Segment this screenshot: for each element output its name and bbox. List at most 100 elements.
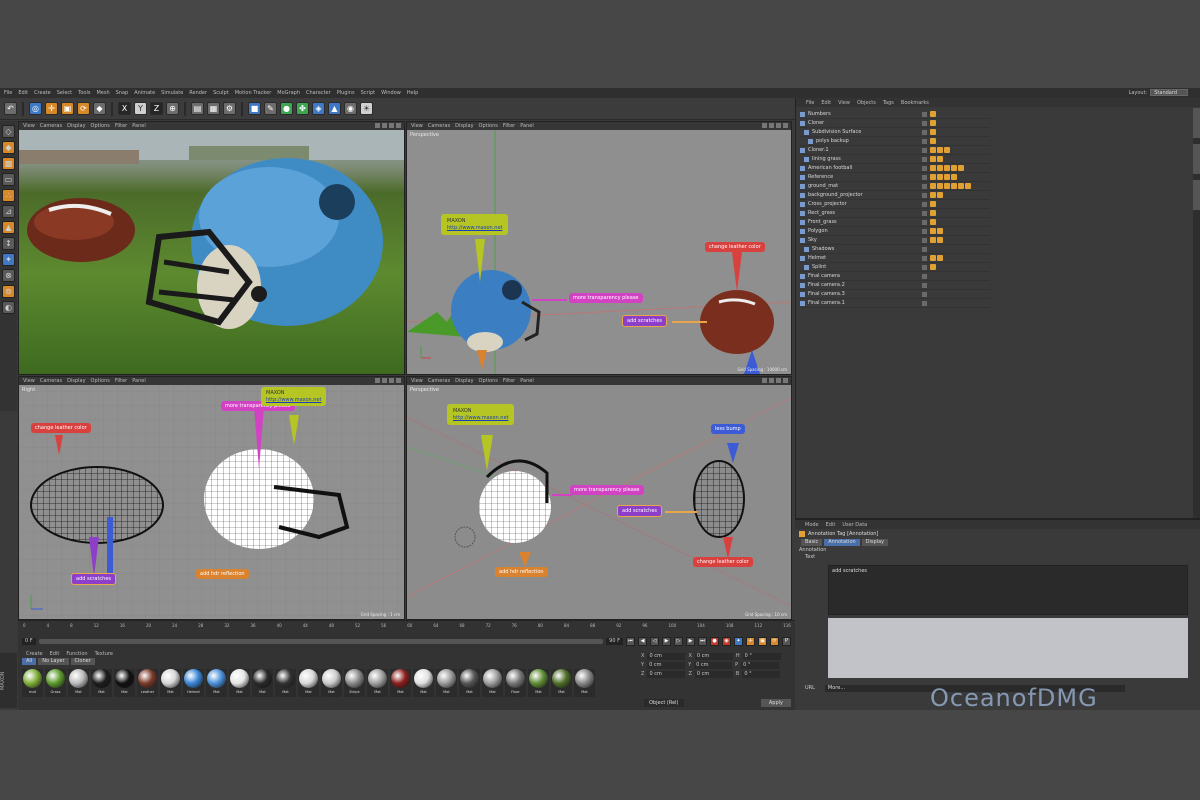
- material-swatch[interactable]: Mat: [390, 669, 411, 697]
- viewport-render[interactable]: View Cameras Display Options Filter Panel: [18, 121, 405, 375]
- select-icon[interactable]: ◎: [29, 102, 42, 115]
- annotation-change-leather[interactable]: change leather color: [31, 423, 91, 433]
- tag-icon[interactable]: [930, 120, 936, 126]
- viewport-controls[interactable]: [762, 378, 788, 383]
- annotation-add-reflection[interactable]: add hdr reflection: [196, 569, 249, 579]
- next-key-icon[interactable]: ▶: [686, 636, 695, 646]
- tag-icon[interactable]: [930, 129, 936, 135]
- annotation-transparency[interactable]: more transparency please: [569, 293, 643, 303]
- tag-icon[interactable]: [930, 201, 936, 207]
- light-icon[interactable]: ☀: [360, 102, 373, 115]
- z-axis-icon[interactable]: Z: [150, 102, 163, 115]
- annotation-add-reflection[interactable]: add hdr reflection: [495, 567, 548, 577]
- go-to-end-icon[interactable]: ⏭: [698, 636, 707, 646]
- position-key-icon[interactable]: ✛: [746, 636, 755, 646]
- tag-icon[interactable]: [930, 219, 936, 225]
- prev-frame-icon[interactable]: ◁: [650, 636, 659, 646]
- viewport-menu-display[interactable]: Display: [455, 123, 473, 129]
- scale-key-icon[interactable]: ▣: [758, 636, 767, 646]
- viewport-menu-view[interactable]: View: [23, 123, 35, 129]
- om-menu-edit[interactable]: Edit: [821, 100, 831, 106]
- viewport-menu-cameras[interactable]: Cameras: [40, 378, 62, 384]
- material-swatch[interactable]: Leather: [137, 669, 158, 697]
- material-swatch[interactable]: mat: [22, 669, 43, 697]
- object-row[interactable]: Splint: [800, 263, 990, 272]
- undo-icon[interactable]: ↶: [4, 102, 17, 115]
- visibility-toggle-icon[interactable]: [922, 264, 927, 270]
- viewport-menu-panel[interactable]: Panel: [132, 378, 146, 384]
- model-mode-icon[interactable]: ◆: [2, 141, 15, 154]
- viewport-menu-panel[interactable]: Panel: [520, 378, 534, 384]
- next-frame-icon[interactable]: ▷: [674, 636, 683, 646]
- tag-icon[interactable]: [930, 165, 936, 171]
- rotate-icon[interactable]: ⟳: [77, 102, 90, 115]
- viewport-menu-options[interactable]: Options: [91, 123, 110, 129]
- annotation-change-leather[interactable]: change leather color: [705, 242, 765, 252]
- am-menu-user-data[interactable]: User Data: [842, 522, 867, 528]
- material-swatch[interactable]: Mat: [206, 669, 227, 697]
- material-swatch[interactable]: Mat: [367, 669, 388, 697]
- material-swatch[interactable]: Mat: [574, 669, 595, 697]
- tag-icon[interactable]: [937, 192, 943, 198]
- menu-item-character[interactable]: Character: [306, 90, 331, 96]
- viewport-right[interactable]: View Cameras Display Options Filter Panel Rig…: [18, 376, 405, 620]
- object-row[interactable]: Sky: [800, 236, 990, 245]
- object-row[interactable]: Final camera: [800, 272, 990, 281]
- param-key-icon[interactable]: P: [782, 636, 791, 646]
- apply-button[interactable]: Apply: [760, 699, 791, 707]
- tag-icon[interactable]: [930, 111, 936, 117]
- world-icon[interactable]: ⊕: [166, 102, 179, 115]
- texture-mode-icon[interactable]: ▩: [2, 157, 15, 170]
- tag-icon[interactable]: [937, 174, 943, 180]
- annotation-text-field[interactable]: add scratches: [828, 565, 1188, 615]
- tag-icon[interactable]: [944, 183, 950, 189]
- menu-item-select[interactable]: Select: [57, 90, 72, 96]
- time-slider[interactable]: [38, 638, 604, 644]
- end-frame-field[interactable]: 90 F: [606, 637, 623, 645]
- layout-dropdown[interactable]: Standard: [1150, 89, 1188, 96]
- material-swatch[interactable]: Mat: [91, 669, 112, 697]
- viewport-menu-cameras[interactable]: Cameras: [428, 378, 450, 384]
- menu-item-create[interactable]: Create: [34, 90, 51, 96]
- coord-value-field[interactable]: 0 cm: [694, 671, 733, 678]
- tab-display[interactable]: Display: [861, 538, 889, 546]
- object-row[interactable]: Polygon: [800, 227, 990, 236]
- material-swatch[interactable]: Floor: [505, 669, 526, 697]
- annotation-add-scratches[interactable]: add scratches: [71, 573, 117, 585]
- object-row[interactable]: Final camera.2: [800, 281, 990, 290]
- tag-icon[interactable]: [930, 210, 936, 216]
- menu-item-plugins[interactable]: Plugins: [337, 90, 355, 96]
- material-swatch[interactable]: Mat: [298, 669, 319, 697]
- material-swatch[interactable]: Mat: [528, 669, 549, 697]
- tag-icon[interactable]: [937, 228, 943, 234]
- material-swatch[interactable]: Mat: [252, 669, 273, 697]
- visibility-toggle-icon[interactable]: [922, 165, 927, 171]
- mat-menu-create[interactable]: Create: [26, 651, 43, 657]
- viewport-controls[interactable]: [762, 123, 788, 128]
- visibility-toggle-icon[interactable]: [922, 147, 927, 153]
- tab-annotation[interactable]: Annotation: [824, 538, 860, 546]
- viewport-menu-view[interactable]: View: [23, 378, 35, 384]
- menu-item-window[interactable]: Window: [381, 90, 401, 96]
- tag-icon[interactable]: [937, 237, 943, 243]
- visibility-toggle-icon[interactable]: [922, 129, 927, 135]
- annotation-maxon[interactable]: MAXON http://www.maxon.net: [261, 387, 327, 406]
- scale-icon[interactable]: ▣: [61, 102, 74, 115]
- material-swatch[interactable]: Mat: [436, 669, 457, 697]
- annotation-change-leather[interactable]: change leather color: [693, 557, 753, 567]
- viewport-controls[interactable]: [375, 378, 401, 383]
- scene-icon[interactable]: ▲: [328, 102, 341, 115]
- material-swatch[interactable]: Mat: [68, 669, 89, 697]
- menu-item-tools[interactable]: Tools: [78, 90, 90, 96]
- axis-mode-icon[interactable]: ↕: [2, 237, 15, 250]
- cube-icon[interactable]: ■: [248, 102, 261, 115]
- annotation-add-scratches[interactable]: add scratches: [622, 315, 668, 327]
- tag-icon[interactable]: [951, 174, 957, 180]
- material-swatch[interactable]: Mat: [275, 669, 296, 697]
- solo-icon[interactable]: ◐: [2, 301, 15, 314]
- coord-value-field[interactable]: 0 cm: [647, 662, 686, 669]
- viewport-menu-display[interactable]: Display: [67, 378, 85, 384]
- coord-value-field[interactable]: 0 cm: [647, 671, 686, 678]
- visibility-toggle-icon[interactable]: [922, 282, 927, 288]
- object-row[interactable]: Cloner.1: [800, 146, 990, 155]
